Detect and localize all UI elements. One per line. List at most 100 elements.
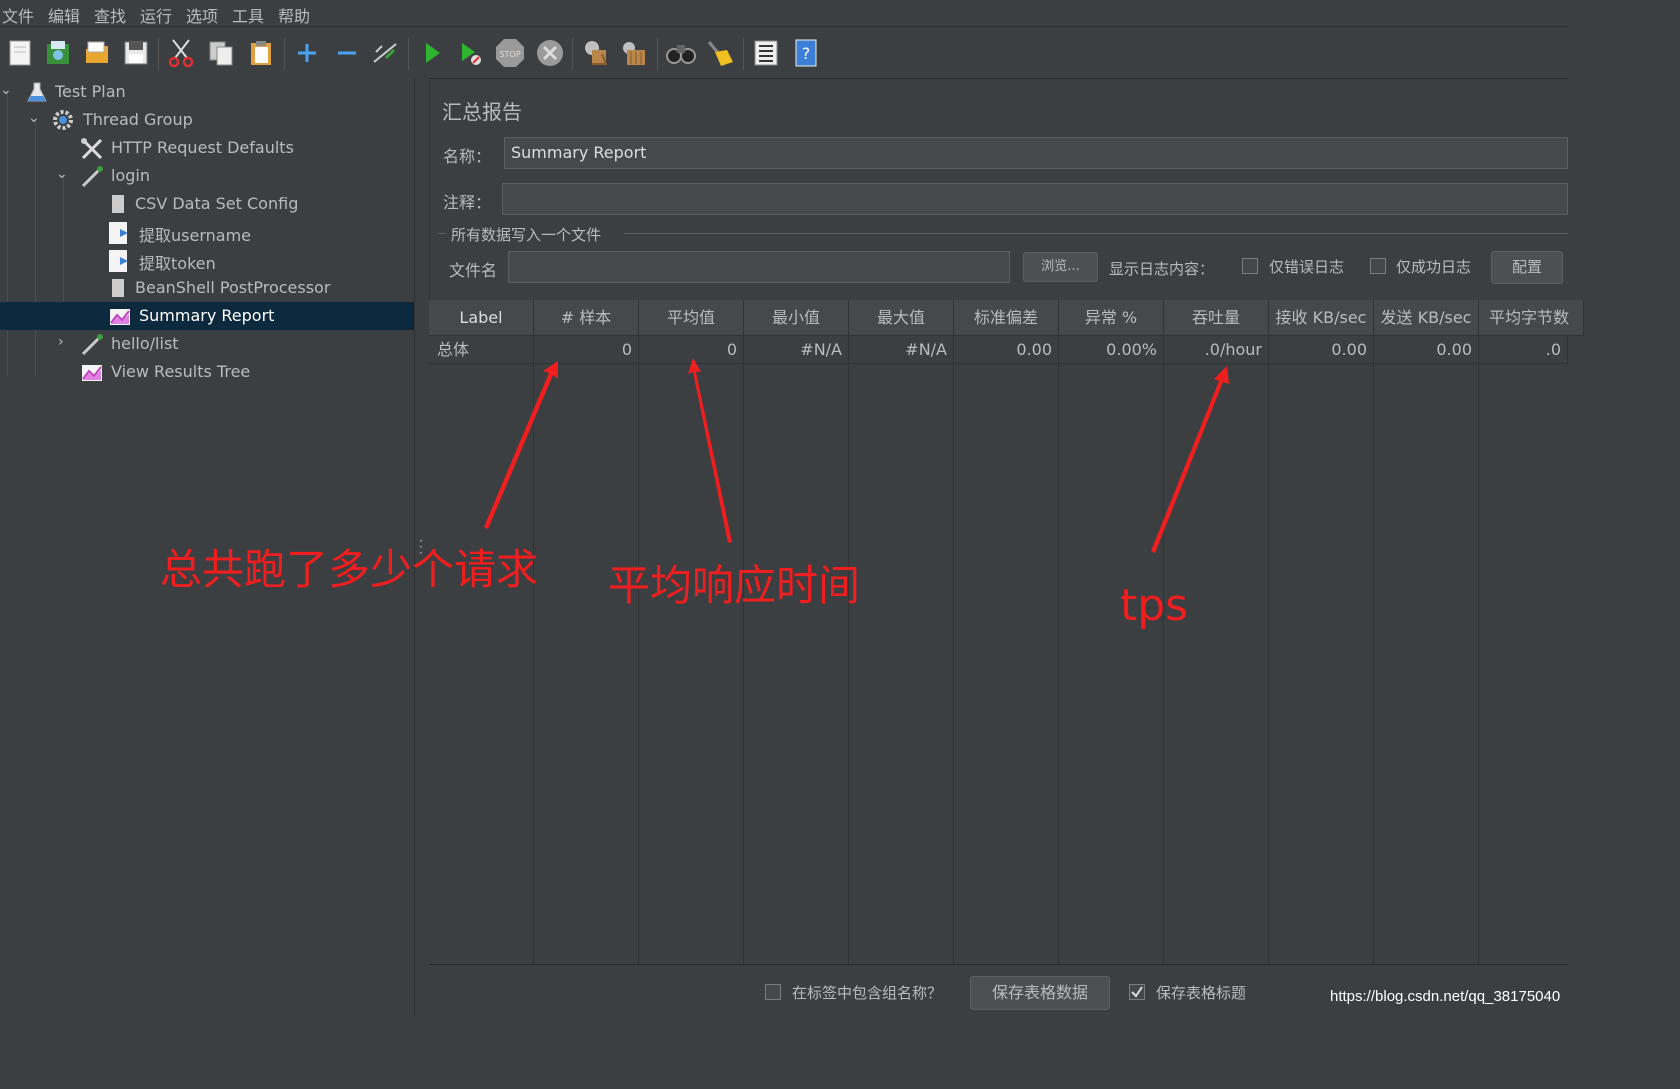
menu-edit[interactable]: 编辑 [48, 3, 80, 27]
graph-icon [108, 305, 130, 327]
tree-item-login[interactable]: ⌄ login [0, 162, 414, 190]
clear-icon[interactable] [580, 37, 610, 69]
tree-item-http-request-defaults[interactable]: HTTP Request Defaults [0, 134, 414, 162]
menu-tools[interactable]: 工具 [232, 3, 264, 27]
tree-item-csv-data-set-config[interactable]: CSV Data Set Config [0, 190, 414, 218]
tree-item-extract-username[interactable]: 提取username [0, 218, 414, 246]
tree-item-summary-report[interactable]: Summary Report [0, 302, 414, 330]
column-header-label[interactable]: Label [429, 300, 534, 336]
table-cell: .0 [1479, 336, 1568, 364]
column-header-std-dev[interactable]: 标准偏差 [954, 300, 1059, 336]
column-header-max[interactable]: 最大值 [849, 300, 954, 336]
svg-text:STOP: STOP [499, 50, 520, 59]
browse-button[interactable]: 浏览... [1023, 252, 1098, 282]
toolbar: STOP ? [0, 28, 1568, 79]
tree-item-test-plan[interactable]: ⌄ Test Plan [0, 78, 414, 106]
page-title: 汇总报告 [442, 100, 522, 124]
watermark: https://blog.csdn.net/qq_38175040 [1330, 988, 1561, 1005]
comment-label: 注释： [443, 193, 492, 212]
tree-item-label: login [111, 166, 150, 185]
errors-only-label: 仅错误日志 [1269, 258, 1345, 276]
column-header-received-kb[interactable]: 接收 KB/sec [1269, 300, 1374, 336]
tree-item-label: hello/list [111, 334, 179, 353]
tree-item-extract-token[interactable]: 提取token [0, 246, 414, 274]
collapse-icon[interactable] [332, 37, 362, 69]
filename-field[interactable] [508, 251, 1010, 283]
extractor-icon [108, 221, 130, 244]
table-cell: 0 [639, 336, 744, 364]
tree-item-label: 提取username [139, 226, 251, 245]
open-icon[interactable] [82, 37, 112, 69]
graph-icon [80, 361, 102, 383]
tree-item-label: CSV Data Set Config [135, 194, 299, 213]
toggle-icon[interactable] [370, 37, 400, 69]
new-icon[interactable] [5, 37, 35, 69]
menu-file[interactable]: 文件 [2, 3, 34, 27]
column-header-min[interactable]: 最小值 [744, 300, 849, 336]
tree-item-beanshell-postprocessor[interactable]: BeanShell PostProcessor [0, 274, 414, 302]
expand-icon[interactable] [292, 37, 322, 69]
save-table-data-button[interactable]: 保存表格数据 [970, 976, 1110, 1010]
table-cell: #N/A [849, 336, 954, 364]
tree-item-view-results-tree[interactable]: View Results Tree [0, 358, 414, 386]
errors-only-checkbox[interactable] [1242, 258, 1258, 274]
copy-icon[interactable] [206, 37, 236, 69]
column-header-sent-kb[interactable]: 发送 KB/sec [1374, 300, 1479, 336]
tree-item-thread-group[interactable]: ⌄ Thread Group [0, 106, 414, 134]
column-header-samples[interactable]: # 样本 [534, 300, 639, 336]
column-header-throughput[interactable]: 吞吐量 [1164, 300, 1269, 336]
success-only-label: 仅成功日志 [1396, 258, 1472, 276]
summary-table: Label # 样本 平均值 最小值 最大值 标准偏差 异常 % 吞吐量 接收 … [429, 300, 1584, 964]
save-icon[interactable] [121, 37, 151, 69]
tree-item-label: HTTP Request Defaults [111, 138, 294, 157]
chevron-down-icon[interactable]: ⌄ [0, 82, 12, 98]
menu-search[interactable]: 查找 [94, 3, 126, 27]
stop-icon[interactable]: STOP [494, 37, 524, 69]
column-header-avg-bytes[interactable]: 平均字节数 [1479, 300, 1584, 336]
document-icon [108, 277, 130, 299]
paste-icon[interactable] [246, 37, 276, 69]
menu-bar: 文件 编辑 查找 运行 选项 工具 帮助 [0, 0, 1568, 27]
annotation-tps: tps [1120, 580, 1189, 631]
tree-item-label: 提取token [139, 254, 216, 273]
column-header-error-percent[interactable]: 异常 % [1059, 300, 1164, 336]
chevron-down-icon[interactable]: ⌄ [56, 166, 68, 182]
chevron-down-icon[interactable]: ⌄ [28, 110, 40, 126]
save-header-checkbox[interactable] [1129, 984, 1145, 1000]
include-group-checkbox[interactable] [765, 984, 781, 1000]
clear-all-icon[interactable] [619, 37, 649, 69]
comment-field[interactable] [502, 183, 1568, 215]
shutdown-icon[interactable] [535, 37, 565, 69]
annotation-total-requests: 总共跑了多少个请求 [160, 545, 539, 594]
menu-run[interactable]: 运行 [140, 3, 172, 27]
tree-item-hello-list[interactable]: › hello/list [0, 330, 414, 358]
svg-text:?: ? [802, 44, 811, 63]
table-cell: .0/hour [1164, 336, 1269, 364]
templates-icon[interactable] [43, 37, 73, 69]
name-field[interactable]: Summary Report [504, 137, 1568, 169]
success-only-checkbox[interactable] [1370, 258, 1386, 274]
help-icon[interactable]: ? [791, 37, 821, 69]
start-icon[interactable] [417, 37, 447, 69]
reset-search-icon[interactable] [705, 37, 735, 69]
tree-item-label: BeanShell PostProcessor [135, 278, 331, 297]
table-cell: 0.00 [1269, 336, 1374, 364]
name-label: 名称： [443, 147, 492, 166]
document-icon [108, 193, 130, 215]
filename-label: 文件名 [449, 261, 498, 280]
chevron-right-icon[interactable]: › [58, 334, 64, 350]
configure-button[interactable]: 配置 [1491, 251, 1563, 284]
extractor-icon [108, 249, 130, 272]
annotation-avg-response: 平均响应时间 [608, 561, 861, 610]
menu-options[interactable]: 选项 [186, 3, 218, 27]
gear-icon [52, 109, 74, 131]
menu-help[interactable]: 帮助 [278, 3, 310, 27]
table-cell: 0.00 [1374, 336, 1479, 364]
tools-icon [80, 137, 103, 160]
start-no-pause-icon[interactable] [456, 37, 486, 69]
cut-icon[interactable] [166, 37, 196, 69]
column-header-average[interactable]: 平均值 [639, 300, 744, 336]
table-cell: 0.00% [1059, 336, 1164, 364]
search-icon[interactable] [666, 37, 696, 69]
function-helper-icon[interactable] [751, 37, 781, 69]
